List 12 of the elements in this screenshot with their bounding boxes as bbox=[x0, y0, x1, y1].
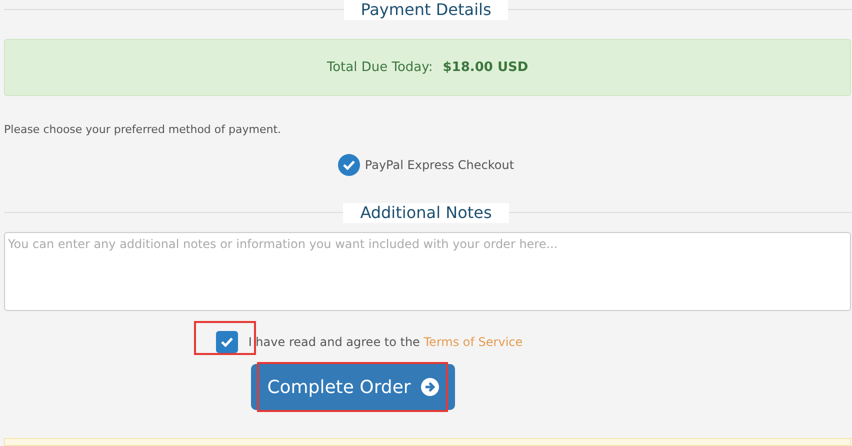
total-label: Total Due Today: bbox=[326, 60, 433, 75]
check-icon bbox=[221, 337, 234, 347]
notes-field[interactable]: You can enter any additional notes or information you want included with your order here... bbox=[4, 232, 851, 311]
arrow-circle-icon bbox=[420, 378, 439, 396]
payment-option[interactable]: PayPal Express Checkout bbox=[338, 154, 514, 176]
payment-prompt: Please choose your preferred method of payment. bbox=[4, 123, 282, 136]
complete-order-button[interactable]: Complete Order bbox=[251, 364, 455, 410]
section-title: Payment Details bbox=[344, 0, 508, 20]
terms-checkbox[interactable] bbox=[216, 331, 238, 353]
section-title: Additional Notes bbox=[343, 203, 509, 223]
terms-text: I have read and agree to the Terms of Service bbox=[248, 335, 523, 349]
total-amount: $18.00 USD bbox=[442, 60, 528, 75]
